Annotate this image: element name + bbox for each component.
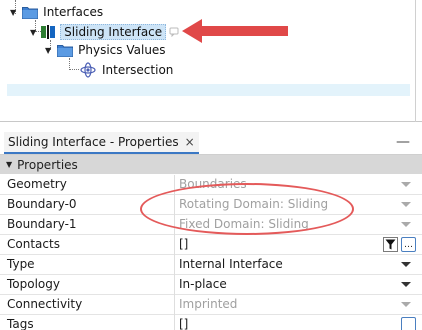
property-name: Boundary-1 <box>7 217 77 231</box>
column-divider <box>174 235 175 255</box>
collapse-toggle-icon[interactable]: ▼ <box>45 46 51 55</box>
property-row-connectivity[interactable]: Connectivity Imprinted <box>0 295 422 315</box>
collapse-toggle-icon[interactable]: ▼ <box>10 8 16 17</box>
property-name: Boundary-0 <box>7 197 77 211</box>
tree-connector <box>69 69 79 70</box>
collapse-toggle-icon[interactable]: ▼ <box>30 28 36 37</box>
annotation-ellipse <box>140 183 354 235</box>
property-row-contacts[interactable]: Contacts [] … <box>0 235 422 255</box>
tab-title: Sliding Interface - Properties <box>8 135 179 149</box>
section-title: Properties <box>17 157 78 172</box>
tree-item-label: Physics Values <box>78 43 166 57</box>
ellipsis-button[interactable]: … <box>401 237 416 252</box>
intersection-icon <box>80 62 96 78</box>
interface-icon <box>41 25 56 39</box>
chevron-down-icon[interactable] <box>401 262 411 267</box>
property-value: Internal Interface <box>179 257 283 271</box>
property-row-tags[interactable]: Tags [] <box>0 315 422 330</box>
chevron-down-icon <box>401 222 411 227</box>
folder-icon <box>22 6 39 19</box>
close-icon[interactable]: × <box>185 135 195 149</box>
section-header-properties[interactable]: ▼ Properties <box>0 155 422 174</box>
folder-icon <box>57 44 74 57</box>
property-name: Tags <box>7 317 34 330</box>
property-value: In-place <box>179 277 227 291</box>
property-value: Imprinted <box>179 297 238 311</box>
empty-row-highlight <box>7 84 410 96</box>
column-divider <box>174 255 175 275</box>
property-value: [] <box>179 237 189 251</box>
tree-item-physics-values[interactable]: ▼ Physics Values <box>45 41 166 59</box>
column-divider <box>174 295 175 315</box>
tree-item-sliding-interface[interactable]: ▼ Sliding Interface <box>30 23 179 41</box>
panel-divider <box>415 0 416 122</box>
property-value: [] <box>179 317 189 330</box>
ellipsis-button[interactable] <box>401 317 416 330</box>
properties-table: ▼ Properties Geometry Boundaries Boundar… <box>0 154 422 330</box>
tree-item-interfaces[interactable]: ▼ Interfaces <box>10 3 103 21</box>
property-name: Topology <box>7 277 60 291</box>
chevron-down-icon <box>401 302 411 307</box>
property-name: Contacts <box>7 237 60 251</box>
filter-icon[interactable] <box>383 237 398 252</box>
annotation-arrow-icon <box>182 19 288 43</box>
property-name: Type <box>7 257 35 271</box>
tree-item-intersection[interactable]: Intersection <box>80 61 173 79</box>
tree-item-label: Interfaces <box>43 5 104 19</box>
tab-properties[interactable]: Sliding Interface - Properties × <box>4 132 199 154</box>
minimize-icon[interactable]: — <box>396 134 410 150</box>
column-divider <box>174 315 175 330</box>
tree-item-label: Intersection <box>102 63 174 77</box>
property-row-topology[interactable]: Topology In-place <box>0 275 422 295</box>
collapse-toggle-icon[interactable]: ▼ <box>6 160 12 169</box>
property-row-type[interactable]: Type Internal Interface <box>0 255 422 275</box>
properties-panel-header: Sliding Interface - Properties × — <box>0 122 422 154</box>
chevron-down-icon <box>401 182 411 187</box>
tree-item-label: Sliding Interface <box>60 24 167 40</box>
chevron-down-icon[interactable] <box>401 282 411 287</box>
column-divider <box>174 275 175 295</box>
chevron-down-icon <box>401 202 411 207</box>
property-name: Connectivity <box>7 297 83 311</box>
property-name: Geometry <box>7 177 67 191</box>
